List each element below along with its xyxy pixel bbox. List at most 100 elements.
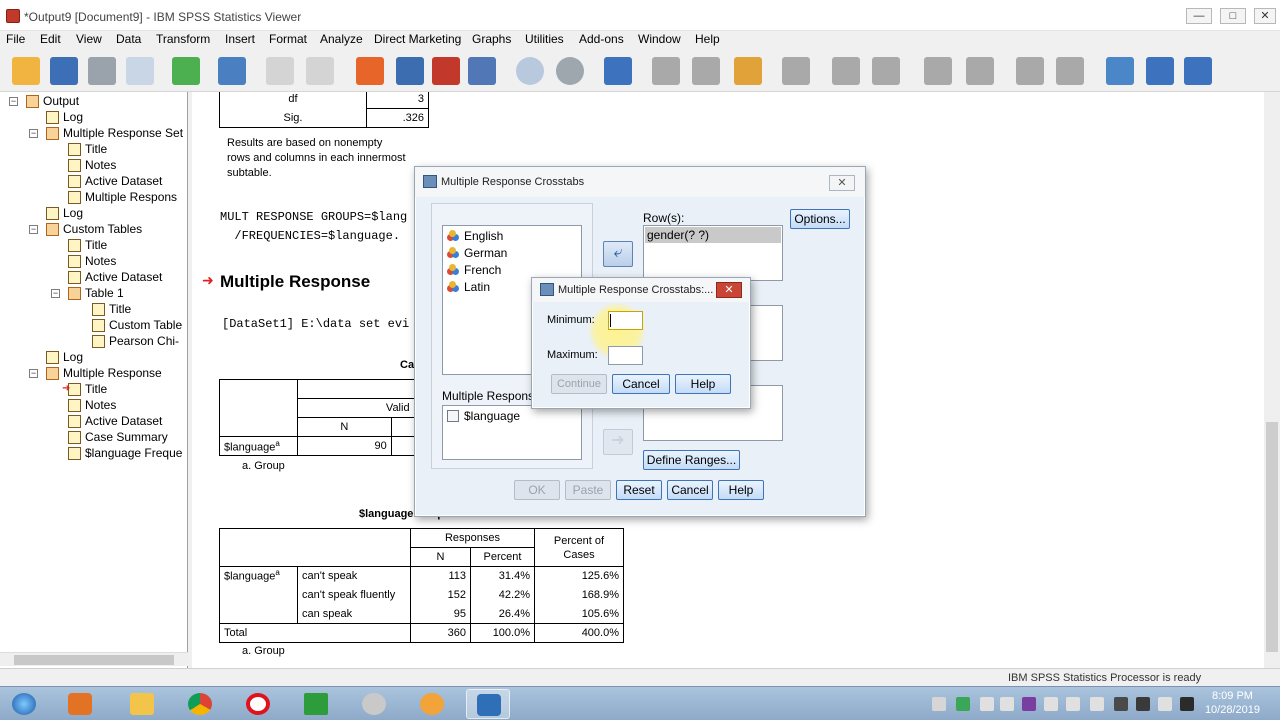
outline-item[interactable]: Case Summary xyxy=(85,429,168,445)
maximum-input[interactable] xyxy=(608,346,643,365)
outline-horizontal-scrollbar[interactable] xyxy=(0,652,188,666)
menu-utilities[interactable]: Utilities xyxy=(525,32,564,46)
taskbar-media-player[interactable] xyxy=(58,689,102,719)
menu-window[interactable]: Window xyxy=(638,32,681,46)
move-to-rows-arrow-button[interactable]: ⤶ xyxy=(603,241,633,267)
outline-item[interactable]: Title xyxy=(85,381,107,397)
tray-display-icon[interactable] xyxy=(1136,697,1150,711)
arrow-left-icon[interactable] xyxy=(832,57,860,85)
menu-data[interactable]: Data xyxy=(116,32,141,46)
menu-help[interactable]: Help xyxy=(695,32,720,46)
outline-item[interactable]: Notes xyxy=(85,253,116,269)
goto-case-icon[interactable] xyxy=(396,57,424,85)
ranges-help-button[interactable]: Help xyxy=(675,374,731,394)
collapse-toggle-icon[interactable]: − xyxy=(29,129,38,138)
outline-item[interactable]: Title xyxy=(109,301,131,317)
tray-network-icon[interactable] xyxy=(1044,697,1058,711)
outline-item[interactable]: Output xyxy=(43,93,79,109)
show-all-variables-icon[interactable] xyxy=(556,57,584,85)
hide-icon[interactable] xyxy=(1056,57,1084,85)
cancel-button[interactable]: Cancel xyxy=(667,480,713,500)
close-window-button[interactable]: ✕ xyxy=(1254,8,1276,24)
outline-item[interactable]: $language Freque xyxy=(85,445,182,461)
new-window-icon[interactable] xyxy=(1146,57,1174,85)
variable-item-latin[interactable]: Latin xyxy=(447,279,490,295)
continue-button[interactable]: Continue xyxy=(551,374,607,394)
minimize-button[interactable]: — xyxy=(1186,8,1212,24)
content-vertical-scrollbar[interactable] xyxy=(1264,92,1280,668)
menu-analyze[interactable]: Analyze xyxy=(320,32,363,46)
outline-item[interactable]: Active Dataset xyxy=(85,269,162,285)
collapse-toggle-icon[interactable]: − xyxy=(51,289,60,298)
collapse-toggle-icon[interactable]: − xyxy=(9,97,18,106)
spell-check-icon[interactable] xyxy=(604,57,632,85)
insert-heading-icon[interactable] xyxy=(734,57,762,85)
outline-item[interactable]: Notes xyxy=(85,397,116,413)
tray-up-icon[interactable] xyxy=(980,697,994,711)
menu-transform[interactable]: Transform xyxy=(156,32,210,46)
mr-sets-list[interactable]: $language xyxy=(442,405,582,460)
tray-lock-icon[interactable] xyxy=(932,697,946,711)
content-scroll-thumb[interactable] xyxy=(1266,422,1278,652)
goto-data-icon[interactable] xyxy=(356,57,384,85)
move-to-layers-arrow-button[interactable]: ➜ xyxy=(603,429,633,455)
rows-item-gender[interactable]: gender(? ?) xyxy=(645,227,781,243)
outline-item[interactable]: Title xyxy=(85,237,107,253)
outline-item[interactable]: Multiple Response xyxy=(63,365,162,381)
variables-icon[interactable] xyxy=(468,57,496,85)
tray-ring-icon[interactable] xyxy=(1090,697,1104,711)
print-icon[interactable] xyxy=(88,57,116,85)
maximize-button[interactable]: □ xyxy=(1220,8,1246,24)
variable-item-german[interactable]: German xyxy=(447,245,507,261)
show-icon[interactable] xyxy=(1016,57,1044,85)
ranges-cancel-button[interactable]: Cancel xyxy=(612,374,670,394)
menu-addons[interactable]: Add-ons xyxy=(579,32,624,46)
open-folder-icon[interactable] xyxy=(12,57,40,85)
taskbar-explorer[interactable] xyxy=(120,689,164,719)
print-preview-icon[interactable] xyxy=(126,57,154,85)
goto-variable-icon[interactable] xyxy=(432,57,460,85)
insert-title-icon[interactable] xyxy=(782,57,810,85)
taskbar-app-owl[interactable] xyxy=(352,689,396,719)
reset-button[interactable]: Reset xyxy=(616,480,662,500)
dialog-close-button[interactable]: ✕ xyxy=(829,175,855,191)
menu-graphs[interactable]: Graphs xyxy=(472,32,511,46)
designate-window-icon[interactable] xyxy=(1106,57,1134,85)
minimum-input[interactable] xyxy=(608,311,643,330)
taskbar-chrome[interactable] xyxy=(178,689,222,719)
tray-keyboard-icon[interactable] xyxy=(1114,697,1128,711)
output-icon[interactable] xyxy=(1184,57,1212,85)
tray-shield-icon[interactable] xyxy=(956,697,970,711)
outline-item[interactable]: Log xyxy=(63,349,83,365)
paste-button[interactable]: Paste xyxy=(565,480,611,500)
export-icon[interactable] xyxy=(172,57,200,85)
define-ranges-button[interactable]: Define Ranges... xyxy=(643,450,740,470)
tray-flag-icon[interactable] xyxy=(1158,697,1172,711)
rows-list[interactable]: gender(? ?) xyxy=(643,225,783,281)
outline-item[interactable]: Multiple Response Set xyxy=(63,125,183,141)
recall-dialog-icon[interactable] xyxy=(218,57,246,85)
outline-item[interactable]: Active Dataset xyxy=(85,173,162,189)
start-button[interactable] xyxy=(2,689,46,719)
use-sets-icon[interactable] xyxy=(516,57,544,85)
ranges-dialog-close-button[interactable]: ✕ xyxy=(716,282,742,298)
collapse-minus-icon[interactable] xyxy=(966,57,994,85)
taskbar-clock[interactable]: 8:09 PM 10/28/2019 xyxy=(1205,689,1260,717)
outline-item[interactable]: Custom Table xyxy=(109,317,182,333)
options-button[interactable]: Options... xyxy=(790,209,850,229)
taskbar-app-orange[interactable] xyxy=(410,689,454,719)
taskbar-spss[interactable] xyxy=(466,689,510,719)
menu-insert[interactable]: Insert xyxy=(225,32,255,46)
outline-item[interactable]: Custom Tables xyxy=(63,221,142,237)
collapse-toggle-icon[interactable]: − xyxy=(29,369,38,378)
expand-plus-icon[interactable] xyxy=(924,57,952,85)
variable-item-french[interactable]: French xyxy=(447,262,501,278)
tray-volume-icon[interactable] xyxy=(1180,697,1194,711)
menu-file[interactable]: File xyxy=(6,32,25,46)
help-button[interactable]: Help xyxy=(718,480,764,500)
undo-icon[interactable] xyxy=(266,57,294,85)
outline-item[interactable]: Active Dataset xyxy=(85,413,162,429)
variable-item-english[interactable]: English xyxy=(447,228,503,244)
outline-item[interactable]: Multiple Respons xyxy=(85,189,177,205)
menu-direct-marketing[interactable]: Direct Marketing xyxy=(374,32,461,46)
